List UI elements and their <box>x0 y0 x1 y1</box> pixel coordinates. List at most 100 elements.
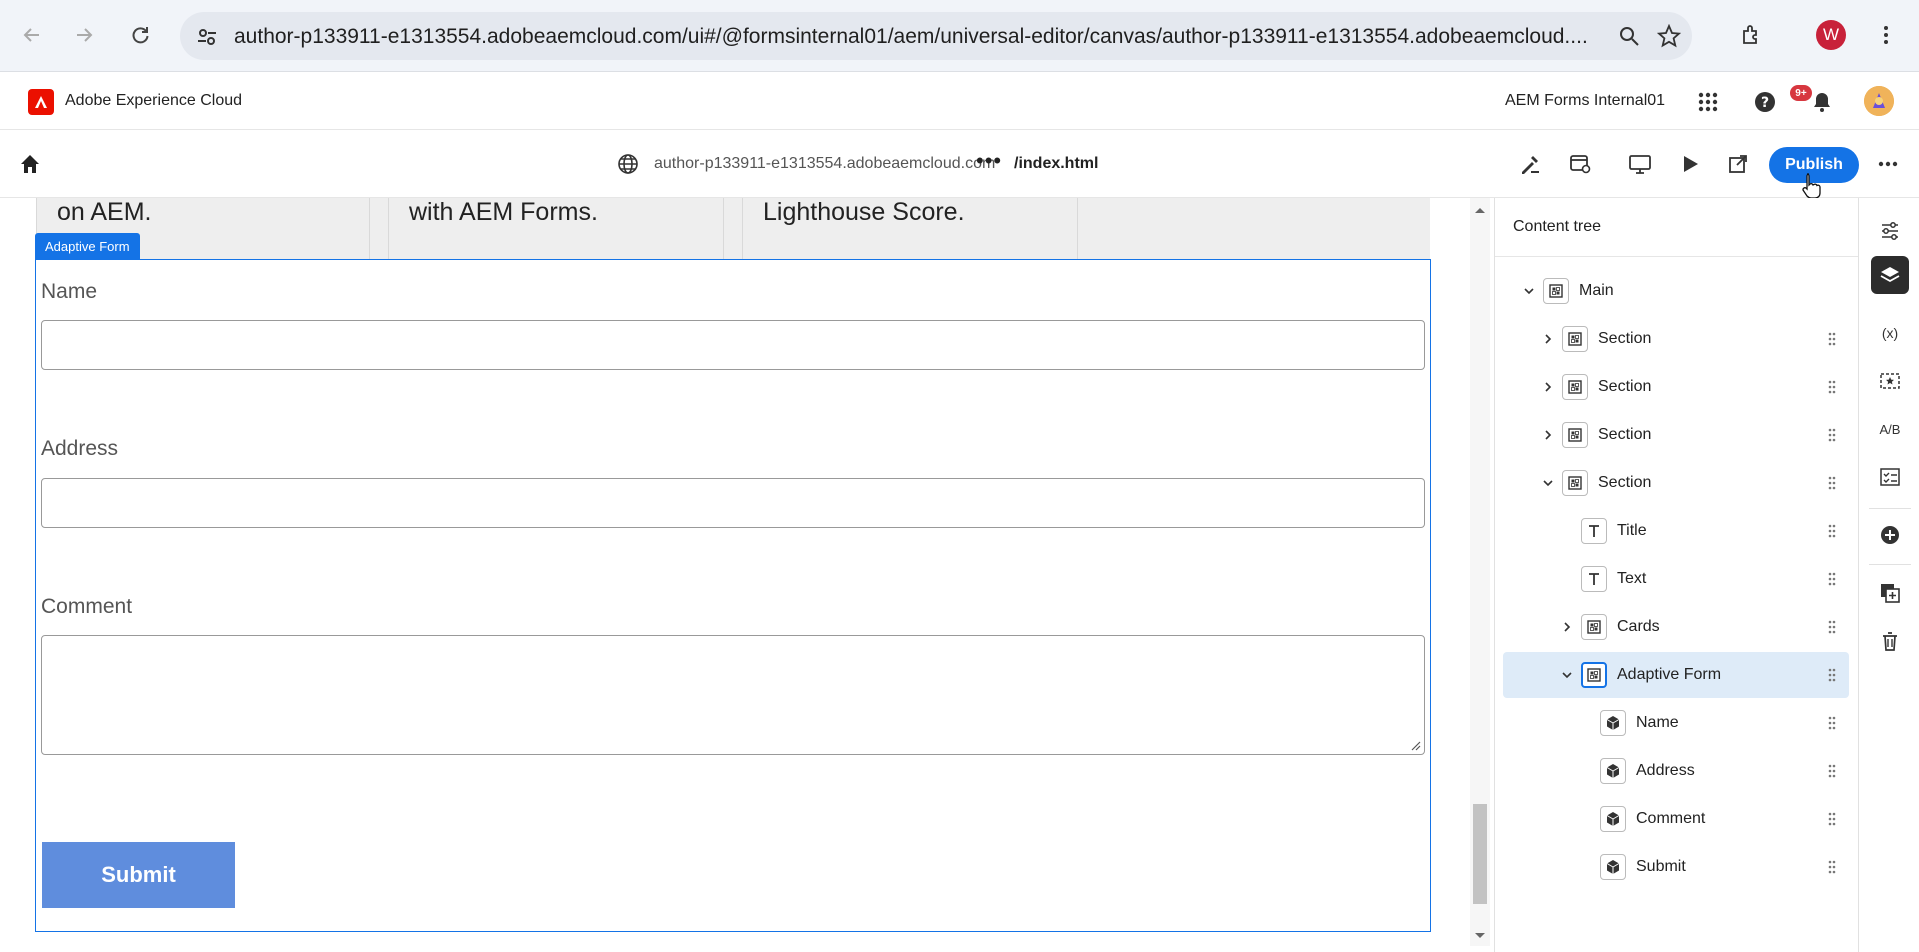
bookmark-star-icon[interactable] <box>1656 23 1682 49</box>
reload-button[interactable] <box>122 17 158 53</box>
drag-handle-icon[interactable] <box>1827 763 1837 779</box>
submit-button[interactable]: Submit <box>42 842 235 908</box>
help-icon[interactable]: ? <box>1751 88 1779 116</box>
block-icon <box>1543 278 1569 304</box>
ab-test-icon[interactable]: A/B <box>1871 410 1909 448</box>
reload-icon <box>132 27 149 44</box>
personalization-icon[interactable] <box>1871 362 1909 400</box>
component-icon <box>1600 758 1626 784</box>
desktop-preview-icon[interactable] <box>1626 150 1654 178</box>
drag-handle-icon[interactable] <box>1827 475 1837 491</box>
page-path[interactable]: /index.html <box>1014 155 1098 173</box>
tree-item[interactable]: Section <box>1503 316 1849 362</box>
text-icon <box>1581 518 1607 544</box>
back-button[interactable] <box>14 17 50 53</box>
adobe-logo-icon[interactable] <box>28 89 54 115</box>
user-avatar[interactable] <box>1864 86 1894 116</box>
name-field[interactable] <box>41 320 1425 370</box>
puzzle-icon <box>1743 25 1757 44</box>
notification-badge: 9+ <box>1790 85 1812 101</box>
browser-chrome: author-p133911-e1313554.adobeaemcloud.co… <box>0 0 1919 72</box>
svg-text:?: ? <box>1761 95 1769 111</box>
tree-item[interactable]: Adaptive Form <box>1503 652 1849 698</box>
chevron-down-icon[interactable] <box>1540 475 1556 491</box>
comment-field[interactable] <box>41 635 1425 755</box>
tree-item[interactable]: Submit <box>1503 844 1849 890</box>
component-icon <box>1600 710 1626 736</box>
brand-name[interactable]: Adobe Experience Cloud <box>65 92 242 110</box>
tree-item[interactable]: Section <box>1503 412 1849 458</box>
tree-item[interactable]: Address <box>1503 748 1849 794</box>
drag-handle-icon[interactable] <box>1827 667 1837 683</box>
path-more-button[interactable]: ••• <box>976 148 1002 174</box>
adaptive-form-tag[interactable]: Adaptive Form <box>35 233 140 259</box>
content-tree-panel: Content tree Main Section Section Section Se… <box>1494 198 1858 952</box>
tree-item-label: Main <box>1579 282 1614 299</box>
open-external-icon[interactable] <box>1724 150 1752 178</box>
host-url[interactable]: author-p133911-e1313554.adobeaemcloud.co… <box>654 155 995 173</box>
bell-icon[interactable] <box>1808 88 1836 116</box>
block-icon <box>1581 614 1607 640</box>
block-icon <box>1562 470 1588 496</box>
browser-menu-button[interactable] <box>1868 17 1904 53</box>
drag-handle-icon[interactable] <box>1827 331 1837 347</box>
block-icon <box>1581 662 1607 688</box>
org-switcher[interactable]: AEM Forms Internal01 <box>1505 92 1665 110</box>
tree-item[interactable]: Cards <box>1503 604 1849 650</box>
address-bar[interactable]: author-p133911-e1313554.adobeaemcloud.co… <box>180 12 1692 60</box>
tree-item[interactable]: Section <box>1503 364 1849 410</box>
forward-button[interactable] <box>66 17 102 53</box>
chevron-down-icon[interactable] <box>1521 283 1537 299</box>
canvas-scrollbar[interactable] <box>1470 198 1490 946</box>
tree-item[interactable]: Name <box>1503 700 1849 746</box>
site-settings-icon[interactable] <box>194 24 220 50</box>
tree-item[interactable]: Text <box>1503 556 1849 602</box>
app-switcher-icon[interactable] <box>1694 88 1722 116</box>
preview-play-icon[interactable] <box>1676 150 1704 178</box>
tree-item[interactable]: Main <box>1503 268 1849 314</box>
resize-handle-icon[interactable] <box>1409 739 1421 751</box>
address-field[interactable] <box>41 478 1425 528</box>
card[interactable]: Lighthouse Score. <box>742 198 1078 260</box>
profile-avatar[interactable]: W <box>1816 20 1846 50</box>
page-properties-icon[interactable] <box>1566 150 1594 178</box>
name-label: Name <box>41 280 98 303</box>
chevron-right-icon[interactable] <box>1540 331 1556 347</box>
more-options-icon[interactable] <box>1874 150 1902 178</box>
drag-handle-icon[interactable] <box>1827 811 1837 827</box>
tree-item[interactable]: Comment <box>1503 796 1849 842</box>
chevron-right-icon[interactable] <box>1559 619 1575 635</box>
edit-mode-icon[interactable] <box>1516 150 1544 178</box>
extensions-button[interactable] <box>1734 17 1770 53</box>
tree-item[interactable]: Section <box>1503 460 1849 506</box>
scrollbar-thumb[interactable] <box>1473 804 1487 904</box>
delete-icon[interactable] <box>1871 622 1909 660</box>
drag-handle-icon[interactable] <box>1827 571 1837 587</box>
chevron-right-icon[interactable] <box>1540 379 1556 395</box>
drag-handle-icon[interactable] <box>1827 427 1837 443</box>
drag-handle-icon[interactable] <box>1827 619 1837 635</box>
block-icon <box>1562 326 1588 352</box>
tree-item-label: Section <box>1598 330 1652 347</box>
zoom-icon[interactable] <box>1616 23 1642 49</box>
chevron-right-icon[interactable] <box>1540 427 1556 443</box>
drag-handle-icon[interactable] <box>1827 523 1837 539</box>
variables-icon[interactable]: (x) <box>1871 314 1909 352</box>
duplicate-icon[interactable] <box>1871 574 1909 612</box>
tree-item[interactable]: Title <box>1503 508 1849 554</box>
add-component-icon[interactable] <box>1871 516 1909 554</box>
hand-cursor-icon <box>1800 172 1822 200</box>
panel-divider <box>1495 256 1858 257</box>
chevron-down-icon[interactable] <box>1559 667 1575 683</box>
card[interactable]: with AEM Forms. <box>388 198 724 260</box>
checklist-icon[interactable] <box>1871 458 1909 496</box>
drag-handle-icon[interactable] <box>1827 859 1837 875</box>
properties-icon[interactable] <box>1871 212 1909 250</box>
editor-canvas[interactable]: on AEM. with AEM Forms. Lighthouse Score… <box>0 198 1470 946</box>
drag-handle-icon[interactable] <box>1827 715 1837 731</box>
home-icon[interactable] <box>16 150 44 178</box>
layers-icon[interactable] <box>1871 256 1909 294</box>
drag-handle-icon[interactable] <box>1827 379 1837 395</box>
tree-item-label: Title <box>1617 522 1647 539</box>
right-rail: (x) A/B <box>1858 198 1919 952</box>
